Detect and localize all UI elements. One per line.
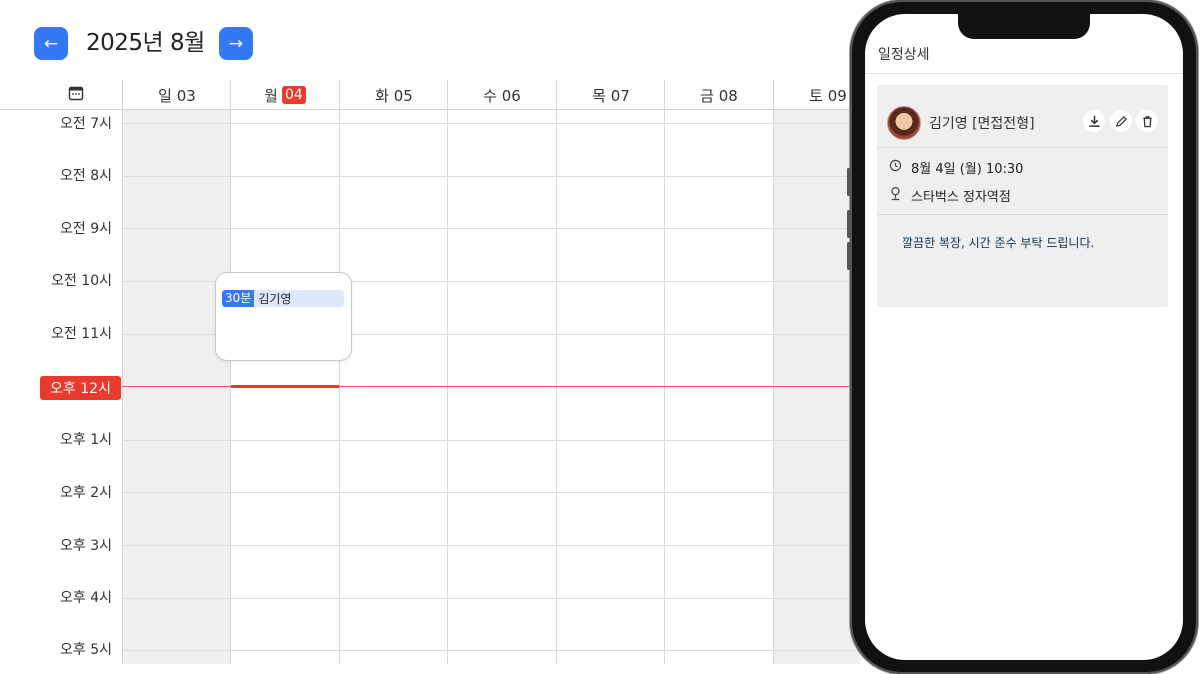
today-badge: 04 [281,86,306,104]
day-column-tue[interactable] [339,110,447,664]
event-duration: 30분 [222,290,255,307]
arrow-right-icon: → [228,33,244,54]
phone-side-button [847,242,850,270]
hour-line [122,545,860,546]
time-label: 오전 10시 [51,273,112,289]
time-label: 오후 3시 [60,538,112,554]
hour-line [122,492,860,493]
download-button[interactable] [1083,110,1105,132]
hour-line [122,598,860,599]
week-header: 일 03 월 04 화 05 수 06 목 07 금 08 토 09 [0,80,860,110]
clock-icon [887,159,903,176]
download-icon [1088,115,1100,127]
event-detail-panel: 김기영 [면접전형] 8월 4일 (월) 10:30 스타벅스 정자역점 깔끔한… [877,85,1168,307]
hour-line [122,440,860,441]
day-header-thu[interactable]: 목 07 [556,80,665,110]
day-column-wed[interactable] [447,110,556,664]
next-month-button[interactable]: → [219,27,253,60]
event-popover[interactable]: 30분 김기영 [215,272,352,361]
prev-month-button[interactable]: ← [34,27,68,60]
phone-frame: 일정상세 김기영 [면접전형] 8월 4일 (월) 10:30 스타벅스 정자역… [850,0,1198,674]
panel-divider [877,147,1168,148]
day-header-fri[interactable]: 금 08 [664,80,773,110]
datetime-row: 8월 4일 (월) 10:30 [887,158,1023,177]
day-column-thu[interactable] [556,110,664,664]
phone-screen: 일정상세 김기영 [면접전형] 8월 4일 (월) 10:30 스타벅스 정자역… [865,14,1183,660]
person-name: 김기영 [면접전형] [929,116,1035,132]
event-name: 김기영 [258,292,292,306]
time-label: 오후 1시 [60,432,112,448]
event-memo: 깔끔한 복장, 시간 준수 부탁 드립니다. [902,236,1095,250]
delete-button[interactable] [1136,110,1158,132]
day-header-wed[interactable]: 수 06 [447,80,556,110]
phone-notch [958,14,1090,39]
day-column-sun[interactable] [122,110,230,664]
panel-divider [877,214,1168,215]
event-chip[interactable]: 30분 김기영 [222,290,344,307]
current-time-badge: 오후 12시 [40,376,121,400]
title-divider [865,73,1183,74]
time-label: 오전 9시 [60,221,112,237]
current-time-today-marker [231,385,339,388]
arrow-left-icon: ← [43,33,59,54]
day-header-sun[interactable]: 일 03 [122,80,231,110]
phone-side-button [847,210,850,238]
edit-icon [1115,115,1127,127]
detail-title: 일정상세 [878,47,930,63]
time-label: 오전 7시 [60,116,112,132]
time-label: 오후 4시 [60,590,112,606]
event-location: 스타벅스 정자역점 [911,190,1011,205]
hour-line [122,123,860,124]
location-pin-icon [887,186,903,205]
hour-line [122,176,860,177]
hour-line [122,228,860,229]
avatar [887,106,921,140]
time-label: 오전 11시 [51,326,112,342]
day-column-fri[interactable] [664,110,773,664]
hour-line [122,650,860,651]
time-label: 오후 5시 [60,642,112,658]
day-header-tue[interactable]: 화 05 [339,80,448,110]
location-row: 스타벅스 정자역점 [887,186,1011,205]
time-label: 오전 8시 [60,168,112,184]
time-label: 오후 2시 [60,485,112,501]
trash-icon [1142,115,1152,127]
edit-button[interactable] [1110,110,1132,132]
phone-side-button [847,168,850,196]
event-datetime: 8월 4일 (월) 10:30 [911,162,1024,177]
day-header-mon[interactable]: 월 04 [230,80,339,110]
month-title: 2025년 8월 [86,30,205,56]
